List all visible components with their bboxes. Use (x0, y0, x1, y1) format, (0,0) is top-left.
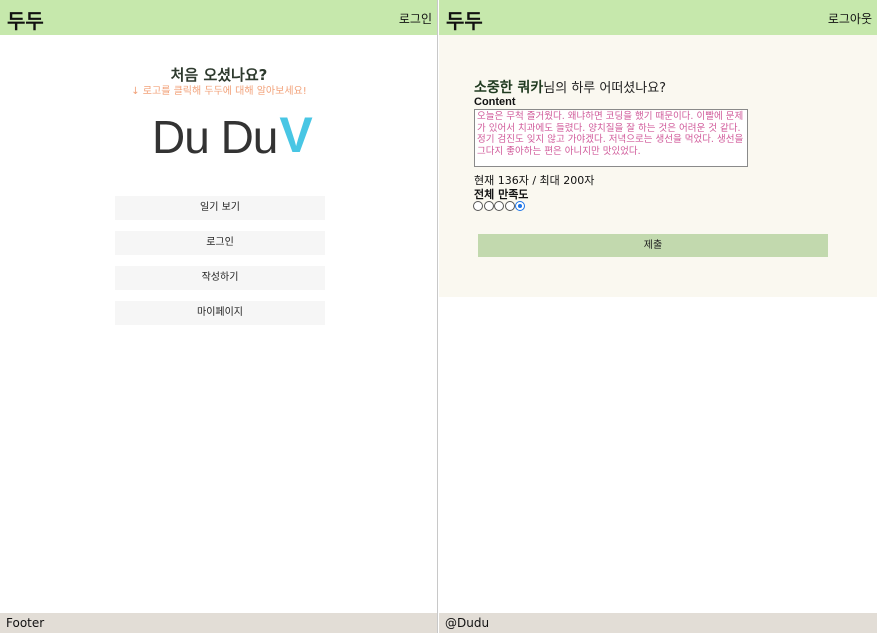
main-page-pane: 두두 로그인 처음 오셨나요? ↓ 로고를 클릭해 두두에 대해 알아보세요! … (0, 0, 438, 633)
rating-label: 전체 만족도 (474, 188, 529, 201)
login-link[interactable]: 로그인 (399, 10, 432, 27)
dudu-logo[interactable]: Du DuV (152, 106, 313, 163)
brand-title[interactable]: 두두 (7, 5, 44, 34)
intro-hint: ↓ 로고를 클릭해 두두에 대해 알아보세요! (131, 86, 307, 97)
logo-text: Du Du (152, 111, 278, 163)
write-page-pane: 두두 로그아웃 소중한 쿼카님의 하루 어떠셨나요? Content 오늘은 무… (439, 0, 877, 633)
satisfaction-rating (473, 201, 526, 211)
mypage-button[interactable]: 마이페이지 (115, 301, 325, 325)
logout-link[interactable]: 로그아웃 (828, 10, 872, 27)
logo-accent-letter: V (279, 107, 313, 163)
footer: @Dudu (439, 613, 877, 633)
greeting: 소중한 쿼카님의 하루 어떠셨나요? (474, 77, 666, 97)
content-label: Content (474, 96, 516, 108)
greeting-suffix: 님의 하루 어떠셨나요? (543, 81, 667, 96)
rating-radio-5[interactable] (515, 201, 525, 211)
footer: Footer (0, 613, 437, 633)
rating-radio-1[interactable] (473, 201, 483, 211)
brand-title[interactable]: 두두 (446, 5, 483, 34)
diary-form-card: 소중한 쿼카님의 하루 어떠셨나요? Content 오늘은 무척 즐거웠다. … (439, 35, 877, 297)
rating-radio-2[interactable] (483, 201, 494, 211)
view-diary-button[interactable]: 일기 보기 (115, 196, 325, 220)
top-header: 두두 로그인 (0, 0, 437, 35)
content-textarea[interactable]: 오늘은 무척 즐거웠다. 왜냐하면 코딩을 했기 때문이다. 이빨에 문제가 있… (474, 109, 748, 167)
rating-radio-3[interactable] (494, 201, 504, 211)
login-button[interactable]: 로그인 (115, 231, 325, 255)
rating-radio-4[interactable] (504, 201, 515, 211)
top-header: 두두 로그아웃 (439, 0, 877, 35)
submit-button[interactable]: 제출 (478, 234, 828, 257)
write-button[interactable]: 작성하기 (115, 266, 325, 290)
user-nickname: 소중한 쿼카 (474, 80, 544, 96)
